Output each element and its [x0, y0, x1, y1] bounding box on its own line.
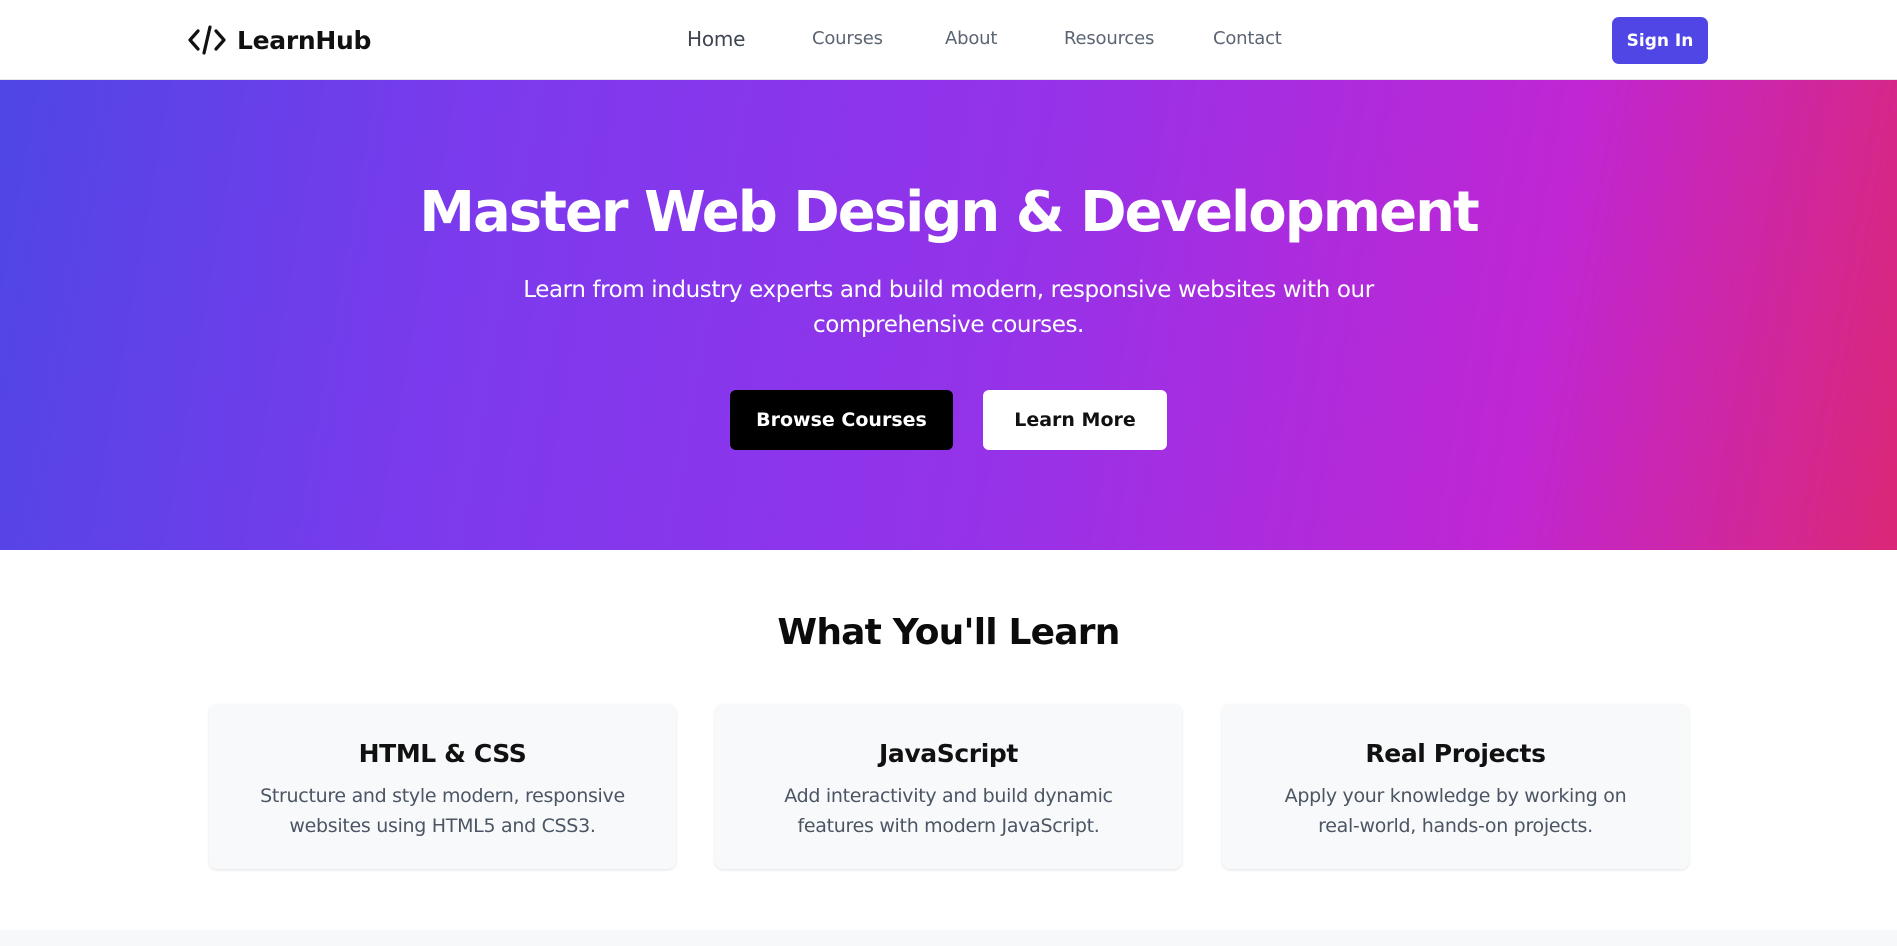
- feature-card-description: Add interactivity and build dynamic feat…: [784, 785, 1113, 837]
- nav-link-contact[interactable]: Contact: [1213, 28, 1282, 49]
- sign-in-button[interactable]: Sign In: [1612, 17, 1708, 64]
- feature-card-description: Structure and style modern, responsive w…: [260, 785, 625, 837]
- code-brackets-icon: [188, 25, 226, 55]
- next-section-edge: [0, 930, 1897, 946]
- nav-link-home[interactable]: Home: [687, 27, 745, 51]
- nav-link-resources[interactable]: Resources: [1064, 28, 1154, 49]
- nav-link-about[interactable]: About: [945, 28, 997, 49]
- hero-subtitle: Learn from industry experts and build mo…: [523, 277, 1374, 338]
- learn-more-button[interactable]: Learn More: [983, 390, 1167, 450]
- top-navbar: LearnHub Home Courses About Resources Co…: [0, 0, 1897, 80]
- hero-section: Master Web Design & Development Learn fr…: [0, 80, 1897, 550]
- hero-title: Master Web Design & Development: [419, 180, 1480, 245]
- feature-card-real-projects: Real Projects Apply your knowledge by wo…: [1222, 704, 1689, 869]
- feature-card-title: JavaScript: [879, 739, 1018, 768]
- brand-logo[interactable]: LearnHub: [187, 22, 371, 58]
- brand-name: LearnHub: [237, 25, 372, 55]
- browse-courses-button[interactable]: Browse Courses: [730, 390, 953, 450]
- features-title: What You'll Learn: [777, 612, 1120, 653]
- feature-card-javascript: JavaScript Add interactivity and build d…: [715, 704, 1182, 869]
- feature-card-title: Real Projects: [1365, 739, 1546, 768]
- feature-card-title: HTML & CSS: [358, 739, 527, 768]
- nav-link-courses[interactable]: Courses: [812, 28, 883, 49]
- feature-card-html-css: HTML & CSS Structure and style modern, r…: [209, 704, 676, 869]
- feature-card-description: Apply your knowledge by working on real-…: [1284, 785, 1627, 837]
